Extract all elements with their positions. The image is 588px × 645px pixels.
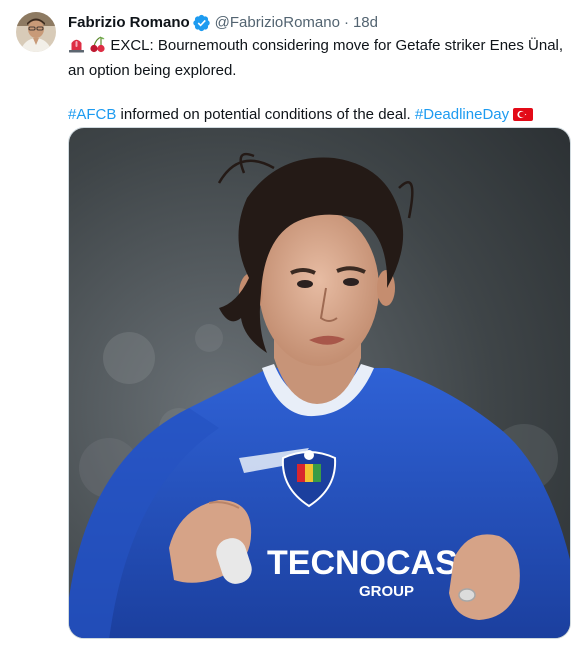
sponsor-logo-subtext: GROUP — [359, 583, 414, 600]
avatar[interactable] — [16, 12, 56, 52]
verified-badge-icon — [192, 14, 211, 32]
text-line-3: #AFCB informed on potential conditions o… — [68, 104, 574, 129]
header-separator: · — [343, 14, 349, 31]
hashtag-afcb[interactable]: #AFCB — [68, 106, 116, 123]
tweet-text-middle: informed on potential conditions of the … — [116, 106, 415, 123]
text-line-1: EXCL: Bournemouth considering move for G… — [68, 35, 574, 60]
tweet-text: EXCL: Bournemouth considering move for G… — [68, 35, 574, 129]
tweet-header: Fabrizio Romano @FabrizioRomano · 18d — [68, 12, 574, 34]
turkey-flag-icon — [513, 107, 534, 129]
author-handle[interactable]: @FabrizioRomano — [215, 13, 340, 33]
tweet-media-photo[interactable]: TECNOCASA GROUP — [68, 127, 571, 639]
hashtag-deadlineday[interactable]: #DeadlineDay — [415, 106, 509, 123]
author-name[interactable]: Fabrizio Romano — [68, 13, 190, 33]
cherries-emoji-icon — [89, 36, 106, 60]
tweet-text-line2: an option being explored. — [68, 62, 237, 79]
sponsor-logo-text: TECNOCASA — [267, 544, 482, 582]
tweet-timestamp[interactable]: 18d — [353, 13, 378, 33]
tweet: Fabrizio Romano @FabrizioRomano · 18d EX… — [0, 0, 588, 645]
tweet-text-line1: EXCL: Bournemouth considering move for G… — [110, 37, 564, 54]
siren-emoji-icon — [68, 36, 85, 60]
